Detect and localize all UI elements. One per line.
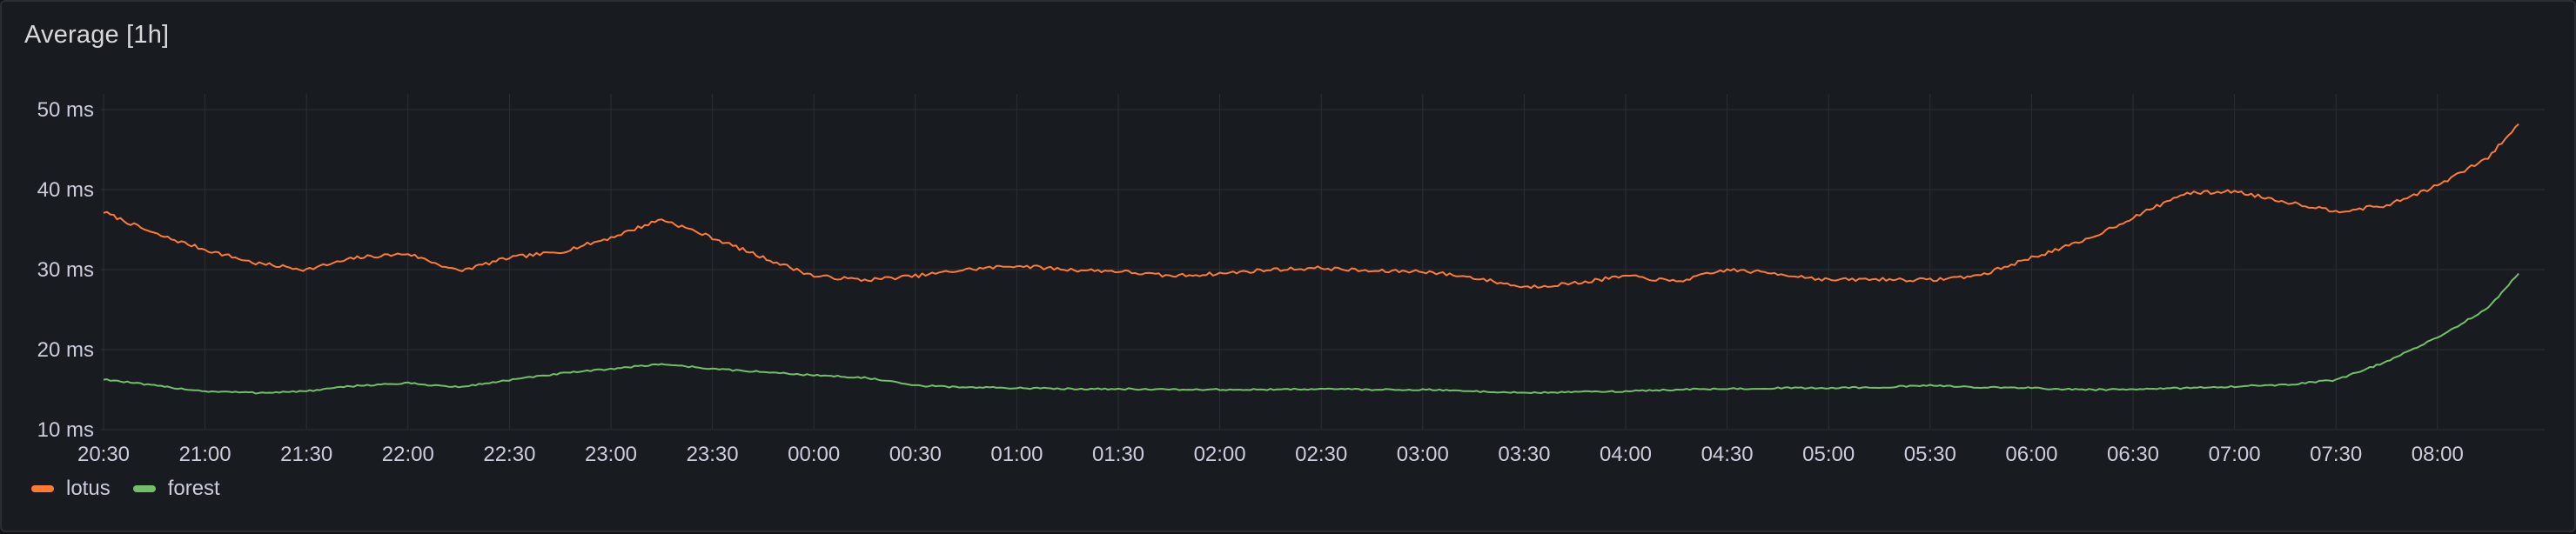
legend-item-forest[interactable]: forest <box>132 477 220 501</box>
x-tick-label: 00:00 <box>788 443 840 466</box>
x-tick-label: 03:00 <box>1397 443 1449 466</box>
legend: lotus forest <box>31 477 243 501</box>
legend-label: forest <box>167 477 220 500</box>
x-tick-label: 22:30 <box>483 443 535 466</box>
x-tick-label: 07:00 <box>2209 443 2261 466</box>
x-tick-label: 07:30 <box>2310 443 2362 466</box>
legend-swatch <box>31 485 54 492</box>
legend-item-lotus[interactable]: lotus <box>31 477 111 501</box>
y-tick-label: 10 ms <box>37 418 94 442</box>
x-tick-label: 20:30 <box>77 443 130 466</box>
x-tick-label: 05:00 <box>1802 443 1855 466</box>
timeseries-chart: 10 ms 20 ms 30 ms 40 ms 50 ms 20:30 21:00 21:30… <box>37 94 2545 466</box>
y-tick-label: 20 ms <box>37 338 94 362</box>
x-tick-label: 06:00 <box>2005 443 2057 466</box>
x-tick-label: 01:30 <box>1092 443 1144 466</box>
legend-label: lotus <box>66 477 111 500</box>
y-tick-label: 50 ms <box>37 98 94 122</box>
x-tick-label: 22:00 <box>382 443 434 466</box>
series-layer <box>103 123 2519 395</box>
series-line-forest[interactable] <box>103 272 2519 395</box>
x-tick-label: 03:30 <box>1498 443 1550 466</box>
x-tick-label: 02:00 <box>1194 443 1246 466</box>
x-tick-label: 21:30 <box>280 443 332 466</box>
y-tick-label: 30 ms <box>37 258 94 282</box>
x-tick-label: 02:30 <box>1295 443 1347 466</box>
x-tick-label: 05:30 <box>1904 443 1956 466</box>
chart-panel: Average [1h] 10 ms 20 ms 30 ms 40 ms 50 ms 20… <box>0 0 2576 532</box>
x-tick-label: 01:00 <box>990 443 1043 466</box>
x-tick-label: 23:30 <box>687 443 739 466</box>
x-tick-label: 08:00 <box>2412 443 2464 466</box>
x-tick-label: 04:00 <box>1600 443 1652 466</box>
x-tick-label: 23:00 <box>585 443 637 466</box>
legend-swatch <box>132 485 156 492</box>
x-tick-label: 04:30 <box>1701 443 1754 466</box>
axis-layer: 10 ms 20 ms 30 ms 40 ms 50 ms 20:30 21:00 21:30… <box>37 98 2464 466</box>
x-tick-label: 06:30 <box>2107 443 2159 466</box>
x-tick-label: 00:30 <box>889 443 942 466</box>
grid-layer <box>101 94 2545 431</box>
x-tick-label: 21:00 <box>179 443 231 466</box>
y-tick-label: 40 ms <box>37 178 94 202</box>
series-line-lotus[interactable] <box>103 123 2519 290</box>
